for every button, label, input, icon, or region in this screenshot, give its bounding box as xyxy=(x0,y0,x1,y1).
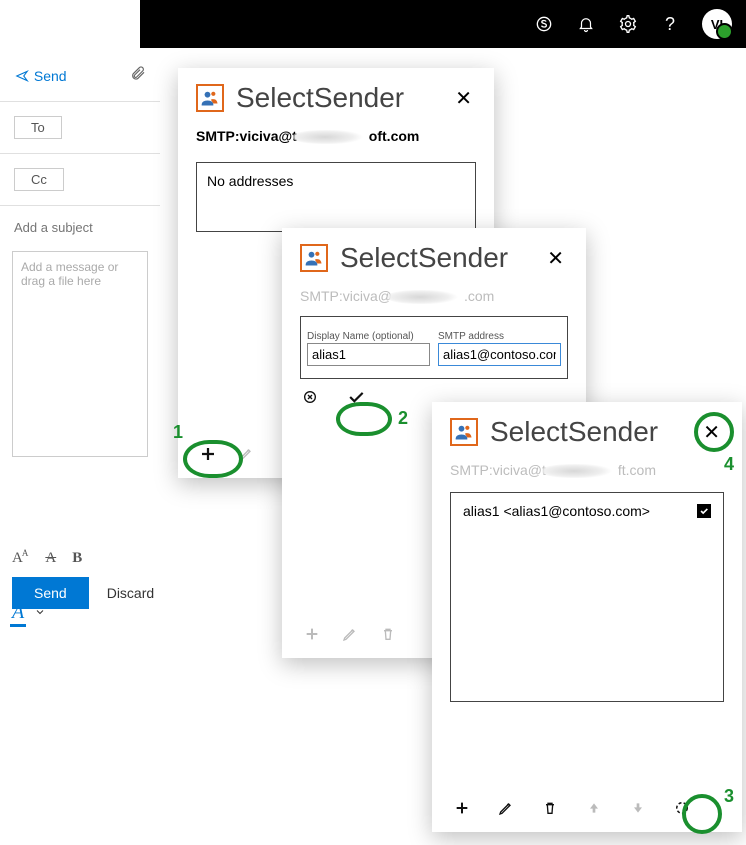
delete-icon[interactable] xyxy=(540,798,560,818)
smtp-address-input[interactable] xyxy=(438,343,561,366)
edit-icon[interactable] xyxy=(236,444,256,464)
empty-list-label: No addresses xyxy=(207,173,293,189)
refresh-icon[interactable] xyxy=(672,798,692,818)
display-name-input[interactable] xyxy=(307,343,430,366)
send-link-label: Send xyxy=(34,68,67,84)
address-entry-label: alias1 <alias1@contoso.com> xyxy=(463,503,650,519)
gear-icon[interactable] xyxy=(618,14,638,34)
bold-icon[interactable]: B xyxy=(72,550,82,567)
confirm-icon[interactable] xyxy=(346,387,366,407)
format-bar: AA A B xyxy=(12,550,82,567)
address-listbox: No addresses xyxy=(196,162,476,232)
attach-icon[interactable] xyxy=(130,64,146,87)
edit-icon[interactable] xyxy=(496,798,516,818)
bell-icon[interactable] xyxy=(576,14,596,34)
display-name-label: Display Name (optional) xyxy=(307,331,430,342)
chevron-down-icon[interactable] xyxy=(34,605,46,623)
to-button[interactable]: To xyxy=(14,116,62,139)
dialog-title: SelectSender xyxy=(340,242,508,274)
help-icon[interactable]: ? xyxy=(660,14,680,34)
font-clear-icon[interactable]: A xyxy=(45,550,56,567)
people-icon xyxy=(450,418,478,446)
cc-button[interactable]: Cc xyxy=(14,168,64,191)
dialog-title: SelectSender xyxy=(236,82,404,114)
skype-icon[interactable] xyxy=(534,14,554,34)
smtp-address-label: SMTP address xyxy=(438,331,561,342)
down-icon[interactable] xyxy=(628,798,648,818)
edit-icon[interactable] xyxy=(340,624,360,644)
smtp-line: SMTP:viciva@tft.com xyxy=(450,462,724,478)
avatar[interactable]: VI xyxy=(702,9,732,39)
dialog-title: SelectSender xyxy=(490,416,658,448)
send-link-top[interactable]: Send xyxy=(14,68,67,84)
close-icon[interactable]: ✕ xyxy=(699,420,724,445)
redaction xyxy=(542,464,622,478)
add-icon[interactable] xyxy=(452,798,472,818)
address-row[interactable]: alias1 <alias1@contoso.com> xyxy=(463,503,711,519)
add-icon[interactable] xyxy=(302,624,322,644)
redaction xyxy=(293,130,373,144)
message-body[interactable]: Add a message or drag a file here xyxy=(12,251,148,457)
font-color-icon[interactable]: A xyxy=(10,601,26,627)
discard-button[interactable]: Discard xyxy=(101,584,160,602)
up-icon[interactable] xyxy=(584,798,604,818)
input-group: Display Name (optional) SMTP address xyxy=(300,316,568,379)
compose-pane: Send To Cc Add a message or drag a file … xyxy=(0,48,160,625)
delete-icon[interactable] xyxy=(378,624,398,644)
people-icon xyxy=(300,244,328,272)
close-icon[interactable]: ✕ xyxy=(451,86,476,111)
checked-icon[interactable] xyxy=(697,504,711,518)
add-icon[interactable] xyxy=(198,444,218,464)
subject-input[interactable] xyxy=(0,212,160,243)
redaction xyxy=(388,290,468,304)
people-icon xyxy=(196,84,224,112)
select-sender-dialog-3: SelectSender ✕ SMTP:viciva@tft.com alias… xyxy=(432,402,742,832)
smtp-line: SMTP:viciva@.com xyxy=(300,288,568,304)
address-listbox: alias1 <alias1@contoso.com> xyxy=(450,492,724,702)
close-icon[interactable]: ✕ xyxy=(543,246,568,271)
font-size-increase-icon[interactable]: AA xyxy=(12,550,29,567)
smtp-line: SMTP:viciva@toft.com xyxy=(196,128,476,144)
cancel-icon[interactable] xyxy=(300,387,320,407)
top-bar: ? VI xyxy=(140,0,746,48)
